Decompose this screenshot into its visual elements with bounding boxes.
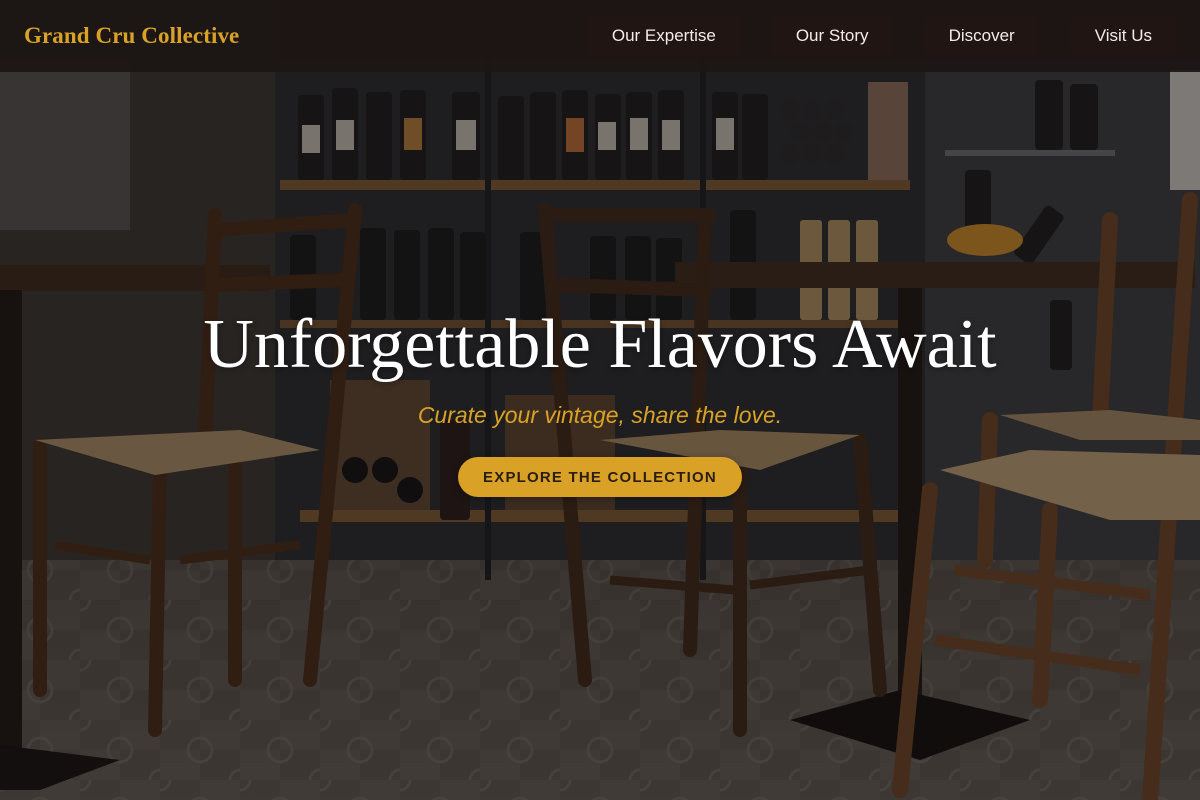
nav-visit-us[interactable]: Visit Us bbox=[1070, 16, 1176, 56]
explore-collection-button[interactable]: EXPLORE THE COLLECTION bbox=[458, 457, 742, 497]
hero-title: Unforgettable Flavors Await bbox=[203, 306, 997, 383]
nav-our-expertise[interactable]: Our Expertise bbox=[587, 16, 740, 56]
site-header: Grand Cru Collective Our Expertise Our S… bbox=[0, 0, 1200, 72]
landing-page: Grand Cru Collective Our Expertise Our S… bbox=[0, 0, 1200, 800]
main-nav: Our Expertise Our Story Discover Visit U… bbox=[587, 16, 1176, 56]
hero-section: Unforgettable Flavors Await Curate your … bbox=[0, 72, 1200, 800]
hero-subtitle: Curate your vintage, share the love. bbox=[417, 402, 783, 428]
brand-logo[interactable]: Grand Cru Collective bbox=[24, 23, 239, 49]
nav-discover[interactable]: Discover bbox=[924, 16, 1039, 56]
nav-our-story[interactable]: Our Story bbox=[771, 16, 893, 56]
